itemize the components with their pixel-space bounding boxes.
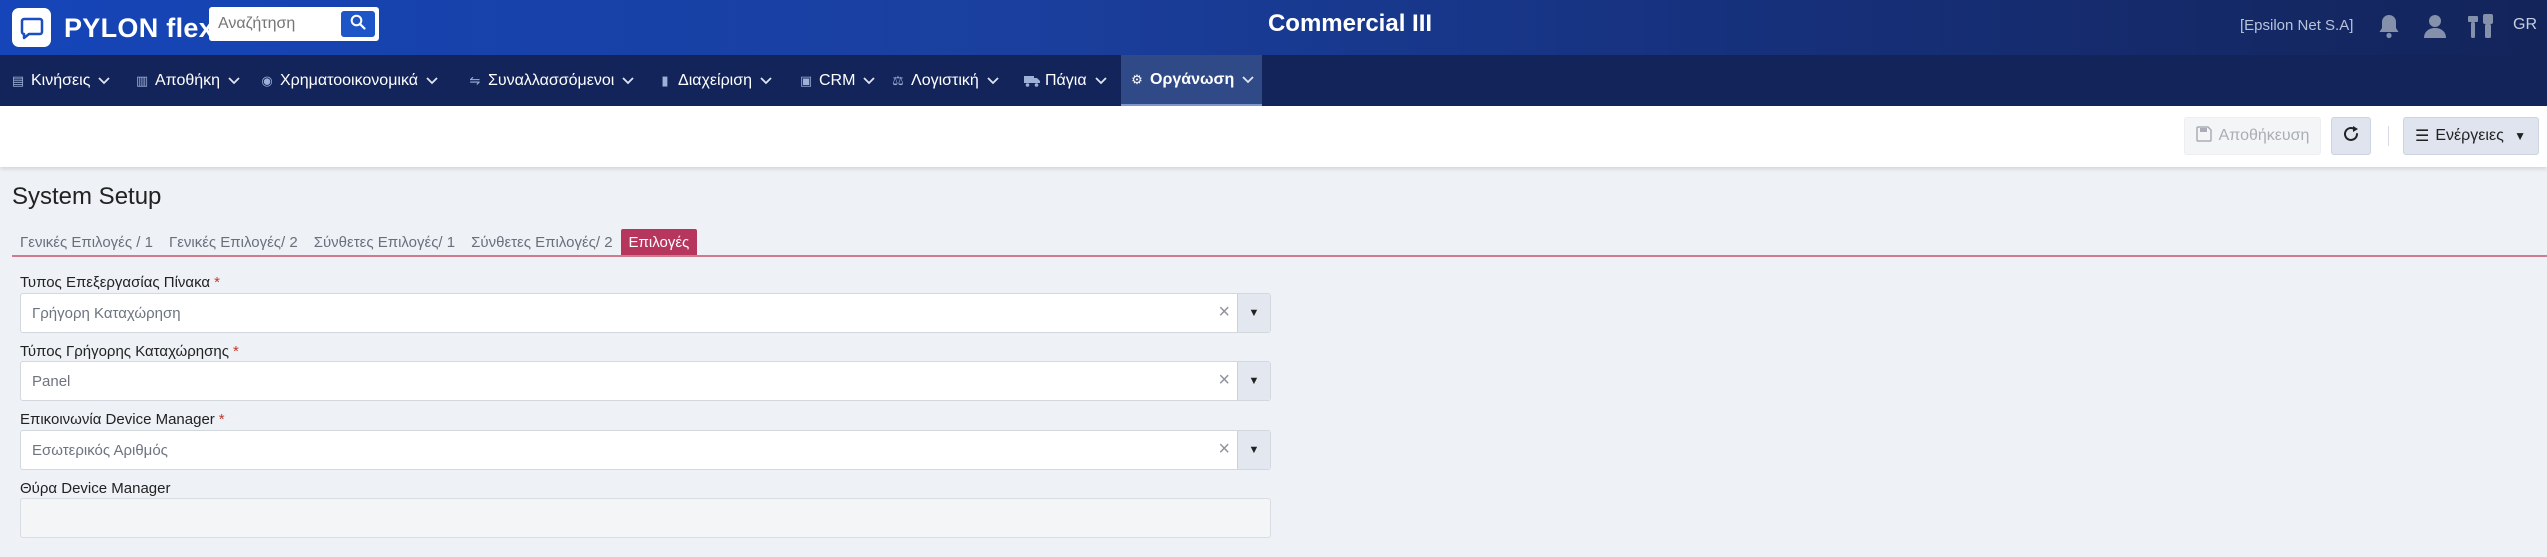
device-manager-comm-label: Επικοινωνία Device Manager * bbox=[20, 411, 225, 428]
field-label-text: Τύπος Γρήγορης Καταχώρησης bbox=[20, 343, 229, 360]
bell-icon[interactable] bbox=[2373, 10, 2405, 42]
ledger-icon: ▤ bbox=[11, 72, 25, 88]
book-icon: ▮ bbox=[661, 72, 669, 88]
gear-icon: ⚙ bbox=[1131, 71, 1143, 87]
chevron-down-icon bbox=[426, 73, 438, 88]
clear-icon[interactable]: × bbox=[1218, 438, 1230, 461]
tab-advanced-options-1[interactable]: Σύνθετες Επιλογές/ 1 bbox=[306, 229, 463, 256]
nav-item-movements[interactable]: ▤ Κινήσεις bbox=[10, 55, 111, 106]
chevron-down-icon bbox=[228, 73, 240, 88]
nav-item-label: Λογιστική bbox=[911, 71, 979, 89]
chevron-down-icon bbox=[987, 73, 999, 88]
nav-item-label: Διαχείριση bbox=[678, 71, 753, 89]
chevron-down-icon bbox=[1242, 72, 1254, 87]
coins-icon: ◉ bbox=[261, 72, 273, 88]
tab-advanced-options-2[interactable]: Σύνθετες Επιλογές/ 2 bbox=[463, 229, 620, 256]
save-button[interactable]: Αποθήκευση bbox=[2184, 117, 2321, 155]
tab-options[interactable]: Επιλογές bbox=[620, 229, 698, 256]
company-name: [Epsilon Net S.A] bbox=[2240, 17, 2354, 34]
tab-general-options-1[interactable]: Γενικές Επιλογές / 1 bbox=[12, 229, 161, 256]
action-toolbar: Αποθήκευση ☰ Ενέργειες ▼ bbox=[0, 106, 2547, 167]
menu-icon: ☰ bbox=[2415, 128, 2430, 145]
field-label-text: Τυπος Επεξεργασίας Πίνακα bbox=[20, 274, 211, 291]
nav-item-label: CRM bbox=[819, 71, 856, 89]
search-input[interactable] bbox=[209, 7, 339, 41]
balance-icon: ⚖ bbox=[892, 72, 904, 88]
nav-item-label: Συναλλασσόμενοι bbox=[488, 71, 615, 89]
actions-menu-button[interactable]: ☰ Ενέργειες ▼ bbox=[2403, 117, 2539, 155]
chevron-down-icon bbox=[760, 73, 772, 88]
table-edit-type-label: Τυπος Επεξεργασίας Πίνακα * bbox=[20, 274, 220, 291]
logo-text: PYLON flex bbox=[64, 13, 215, 43]
user-icon[interactable] bbox=[2419, 10, 2451, 42]
search-box bbox=[209, 7, 379, 41]
logo-icon[interactable] bbox=[12, 8, 51, 47]
nav-item-label: Οργάνωση bbox=[1150, 70, 1235, 88]
device-manager-port-input[interactable] bbox=[20, 498, 1271, 538]
dropdown-arrow-icon[interactable]: ▼ bbox=[1237, 294, 1270, 332]
page-title: System Setup bbox=[12, 183, 162, 210]
language-switch[interactable]: GR bbox=[2513, 16, 2537, 34]
quick-entry-type-select[interactable]: Panel × ▼ bbox=[20, 361, 1271, 401]
app-title: Commercial III bbox=[1267, 10, 1433, 37]
warehouse-icon: ▥ bbox=[135, 72, 149, 88]
field-label-text: Θύρα Device Manager bbox=[20, 480, 171, 497]
select-value: Εσωτερικός Αριθμός bbox=[32, 442, 168, 459]
tab-general-options-2[interactable]: Γενικές Επιλογές/ 2 bbox=[161, 229, 306, 256]
dropdown-arrow-icon[interactable]: ▼ bbox=[1237, 431, 1270, 469]
caret-down-icon: ▼ bbox=[2514, 129, 2526, 143]
table-edit-type-select[interactable]: Γρήγορη Καταχώρηση × ▼ bbox=[20, 293, 1271, 333]
nav-item-finance[interactable]: ◉ Χρηματοοικονομικά bbox=[259, 55, 438, 106]
search-icon bbox=[350, 14, 366, 35]
clear-icon[interactable]: × bbox=[1218, 369, 1230, 392]
clear-icon[interactable]: × bbox=[1218, 301, 1230, 324]
chevron-down-icon bbox=[98, 73, 111, 88]
tools-icon[interactable] bbox=[2466, 10, 2498, 42]
nav-item-crm[interactable]: ▣ CRM bbox=[798, 55, 876, 106]
search-button[interactable] bbox=[341, 11, 375, 37]
field-label-text: Επικοινωνία Device Manager bbox=[20, 411, 215, 428]
save-label: Αποθήκευση bbox=[2218, 127, 2310, 144]
required-marker: * bbox=[232, 343, 239, 360]
required-marker: * bbox=[218, 411, 225, 428]
refresh-button[interactable] bbox=[2331, 117, 2371, 155]
nav-item-management[interactable]: ▮ Διαχείριση bbox=[657, 55, 772, 106]
save-icon bbox=[2195, 125, 2212, 147]
nav-item-assets[interactable]: Πάγια bbox=[1024, 55, 1107, 106]
nav-item-label: Αποθήκη bbox=[155, 71, 221, 89]
chevron-down-icon bbox=[622, 73, 634, 88]
select-value: Γρήγορη Καταχώρηση bbox=[32, 305, 181, 322]
refresh-icon bbox=[2342, 125, 2360, 148]
device-manager-port-label: Θύρα Device Manager bbox=[20, 480, 170, 497]
tabs-underline bbox=[12, 255, 2547, 257]
nav-item-organization[interactable]: ⚙ Οργάνωση bbox=[1121, 55, 1263, 106]
nav-item-accounting[interactable]: ⚖ Λογιστική bbox=[890, 55, 999, 106]
chevron-down-icon bbox=[863, 73, 876, 88]
nav-item-label: Πάγια bbox=[1045, 71, 1087, 89]
device-manager-comm-select[interactable]: Εσωτερικός Αριθμός × ▼ bbox=[20, 430, 1271, 470]
quick-entry-type-label: Τύπος Γρήγορης Καταχώρησης * bbox=[20, 343, 239, 360]
main-nav: ▤ Κινήσεις ▥ Αποθήκη ◉ Χρηματοοικονομικά… bbox=[0, 55, 2547, 106]
nav-item-partners[interactable]: ⇋ Συναλλασσόμενοι bbox=[467, 55, 634, 106]
chevron-down-icon bbox=[1094, 73, 1107, 88]
dropdown-arrow-icon[interactable]: ▼ bbox=[1237, 362, 1270, 400]
nav-item-warehouse[interactable]: ▥ Αποθήκη bbox=[134, 55, 240, 106]
nav-item-label: Κινήσεις bbox=[31, 71, 91, 89]
nav-item-label: Χρηματοοικονομικά bbox=[280, 71, 419, 89]
actions-label: Ενέργειες bbox=[2435, 127, 2504, 144]
toolbar-divider bbox=[2388, 126, 2389, 146]
required-marker: * bbox=[214, 274, 220, 291]
truck-icon bbox=[1024, 73, 1040, 89]
handshake-icon: ⇋ bbox=[469, 72, 481, 88]
settings-tabs: Γενικές Επιλογές / 1 Γενικές Επιλογές/ 2… bbox=[12, 229, 698, 256]
top-header: PYLON flex Commercial III [Epsilon Net S… bbox=[0, 0, 2547, 55]
id-card-icon: ▣ bbox=[799, 72, 813, 88]
select-value: Panel bbox=[32, 373, 71, 390]
